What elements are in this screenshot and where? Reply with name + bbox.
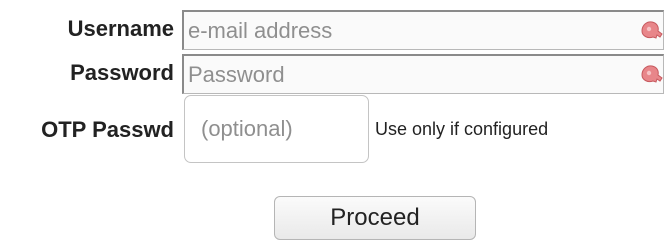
password-manager-icon[interactable]: [638, 61, 664, 87]
password-label: Password: [70, 60, 174, 85]
password-field[interactable]: [182, 54, 664, 94]
otp-hint: Use only if configured: [375, 119, 549, 139]
username-field[interactable]: [182, 10, 664, 50]
otp-field[interactable]: [184, 95, 369, 163]
proceed-button[interactable]: Proceed: [274, 196, 476, 240]
otp-label: OTP Passwd: [41, 117, 174, 142]
login-form: Username Password OTP Passwd Use only if…: [0, 0, 664, 240]
password-manager-icon[interactable]: [638, 17, 664, 43]
username-label: Username: [67, 16, 174, 41]
